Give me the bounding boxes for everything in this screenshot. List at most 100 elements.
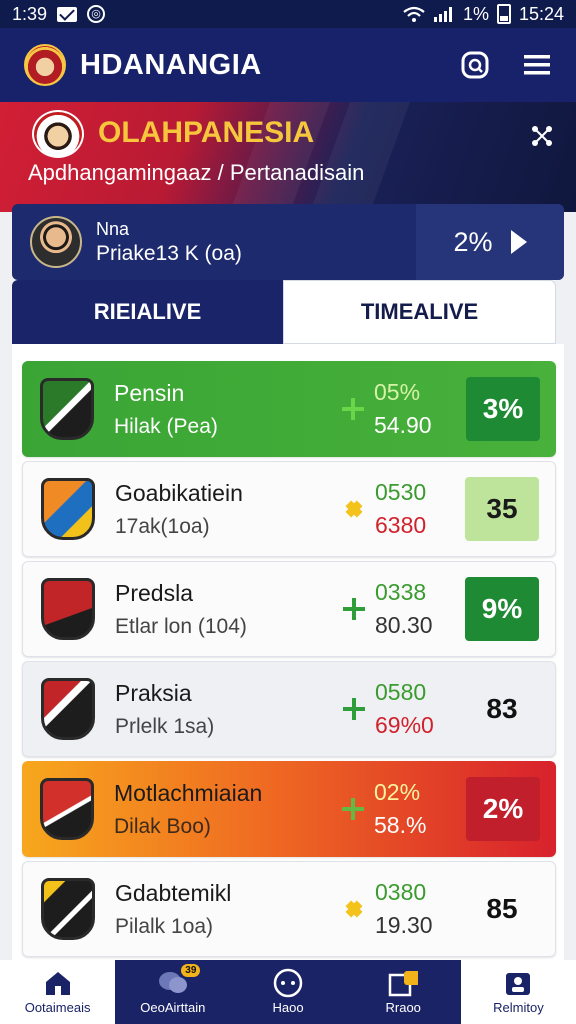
team-crest-icon (40, 778, 94, 840)
odds-bottom: 80.30 (375, 612, 433, 638)
tab-realive[interactable]: RIEIALIVE (12, 280, 283, 344)
nav-label: OeoAirttain (140, 999, 206, 1015)
store-icon (388, 970, 419, 996)
wifi-icon (403, 6, 425, 22)
status-time: 1:39 (12, 3, 48, 24)
tab-timealive[interactable]: TIMEALIVE (283, 280, 556, 344)
nav-game[interactable]: Haoo (230, 960, 345, 1024)
team-detail: 17ak(1oa) (115, 514, 210, 538)
score-button[interactable]: 9% (465, 577, 539, 641)
team-info: Pensin Hilak (Pea) (114, 380, 314, 439)
mail-icon (57, 6, 78, 22)
play-icon[interactable] (510, 230, 527, 254)
nav-chat[interactable]: 39 OeoAirttain (115, 960, 230, 1024)
plus-icon (342, 798, 364, 820)
score-button[interactable]: 85 (465, 877, 539, 941)
team-crest-icon (41, 478, 95, 540)
profile-meta: Priake13 K (oa) (96, 241, 242, 265)
nav-profile[interactable]: Relmitoy (460, 960, 576, 1024)
hero-brand: OLAHPANESIA (98, 116, 315, 149)
score-button[interactable]: 2% (466, 777, 540, 841)
list-item[interactable]: Motlachmiaian Dilak Boo) 02% 58.% 2% (22, 761, 556, 857)
profile-card[interactable]: Nna Priake13 K (oa) 2% (12, 204, 564, 280)
plus-icon (343, 598, 365, 620)
list-item[interactable]: Pensin Hilak (Pea) 05% 54.90 3% (22, 361, 556, 457)
club-badge (32, 110, 84, 158)
nav-label: Haoo (272, 999, 304, 1015)
team-name: Praksia (115, 679, 192, 706)
share-icon[interactable] (530, 124, 554, 148)
plus-icon (343, 698, 365, 720)
odds-top: 02% (374, 779, 421, 805)
list-item[interactable]: Gdabtemikl Pilalk 1oa) 0380 19.30 85 (22, 861, 556, 957)
game-icon (273, 968, 303, 997)
search-icon[interactable] (460, 50, 490, 80)
team-crest-icon (41, 878, 95, 940)
bottom-navigation: Ootaimeais 39 OeoAirttain Haoo Rraoo Rel… (0, 960, 576, 1024)
odds-top: 0580 (375, 679, 427, 705)
profile-percent-box[interactable]: 2% (416, 204, 564, 280)
hero-banner: OLAHPANESIA Apdhangamingaaz / Pertanadis… (0, 102, 576, 212)
odds-top: 0530 (375, 479, 427, 505)
odds: 02% 58.% (374, 779, 454, 839)
team-info: Motlachmiaian Dilak Boo) (114, 780, 314, 839)
signal-icon (433, 7, 452, 22)
app-logo (24, 44, 66, 86)
team-name: Predsla (115, 579, 193, 606)
team-detail: Dilak Boo) (114, 814, 211, 838)
star-icon (343, 898, 365, 920)
status-clock: 15:24 (518, 3, 564, 24)
odds: 0530 6380 (375, 479, 455, 539)
nav-home[interactable]: Ootaimeais (0, 960, 116, 1024)
team-detail: Etlar lon (104) (115, 614, 247, 638)
status-bar: 1:39 ◎ 1% 15:24 (0, 0, 576, 28)
odds-bottom: 6380 (375, 512, 427, 538)
team-crest-icon (41, 678, 95, 740)
battery-percent: 1% (462, 3, 489, 24)
odds-bottom: 58.% (374, 812, 427, 838)
team-info: Predsla Etlar lon (104) (115, 580, 315, 639)
menu-icon[interactable] (522, 50, 552, 80)
team-detail: Pilalk 1oa) (115, 914, 214, 938)
avatar (30, 216, 82, 268)
team-crest-icon (41, 578, 95, 640)
team-info: Praksia Prlelk 1sa) (115, 680, 315, 739)
team-detail: Hilak (Pea) (114, 414, 218, 438)
profile-percent: 2% (453, 226, 493, 257)
team-name: Pensin (114, 379, 185, 406)
odds-bottom: 19.30 (375, 912, 433, 938)
battery-icon (496, 4, 511, 24)
odds-bottom: 54.90 (374, 412, 432, 438)
profile-name: Nna (96, 218, 130, 239)
team-detail: Prlelk 1sa) (115, 714, 215, 738)
profile-icon (503, 970, 533, 996)
team-info: Gdabtemikl Pilalk 1oa) (115, 880, 315, 939)
score-button[interactable]: 3% (466, 377, 540, 441)
list-item[interactable]: Praksia Prlelk 1sa) 0580 69%0 83 (22, 661, 556, 757)
odds-bottom: 69%0 (375, 712, 434, 738)
team-name: Gdabtemikl (115, 879, 232, 906)
hero-subtitle: Apdhangamingaaz / Pertanadisain (28, 160, 365, 185)
nav-label: Relmitoy (493, 999, 544, 1015)
odds-top: 0338 (375, 579, 427, 605)
plus-icon (342, 398, 364, 420)
odds: 0380 19.30 (375, 879, 455, 939)
team-info: Goabikatiein 17ak(1oa) (115, 480, 315, 539)
home-icon (43, 970, 73, 996)
app-header: HDANANGIA (0, 28, 576, 102)
star-icon (343, 498, 365, 520)
nav-store[interactable]: Rraoo (346, 960, 461, 1024)
list-item[interactable]: Predsla Etlar lon (104) 0338 80.30 9% (22, 561, 556, 657)
nav-label: Rraoo (385, 999, 421, 1015)
odds-top: 05% (374, 379, 421, 405)
notification-icon: ◎ (87, 5, 106, 23)
score-button[interactable]: 35 (465, 477, 539, 541)
odds: 0338 80.30 (375, 579, 455, 639)
list-item[interactable]: Goabikatiein 17ak(1oa) 0530 6380 35 (22, 461, 556, 557)
odds-top: 0380 (375, 879, 427, 905)
score-button[interactable]: 83 (465, 677, 539, 741)
app-title: HDANANGIA (80, 48, 262, 81)
chat-badge: 39 (181, 964, 201, 977)
team-name: Motlachmiaian (114, 779, 263, 806)
odds: 05% 54.90 (374, 379, 454, 439)
